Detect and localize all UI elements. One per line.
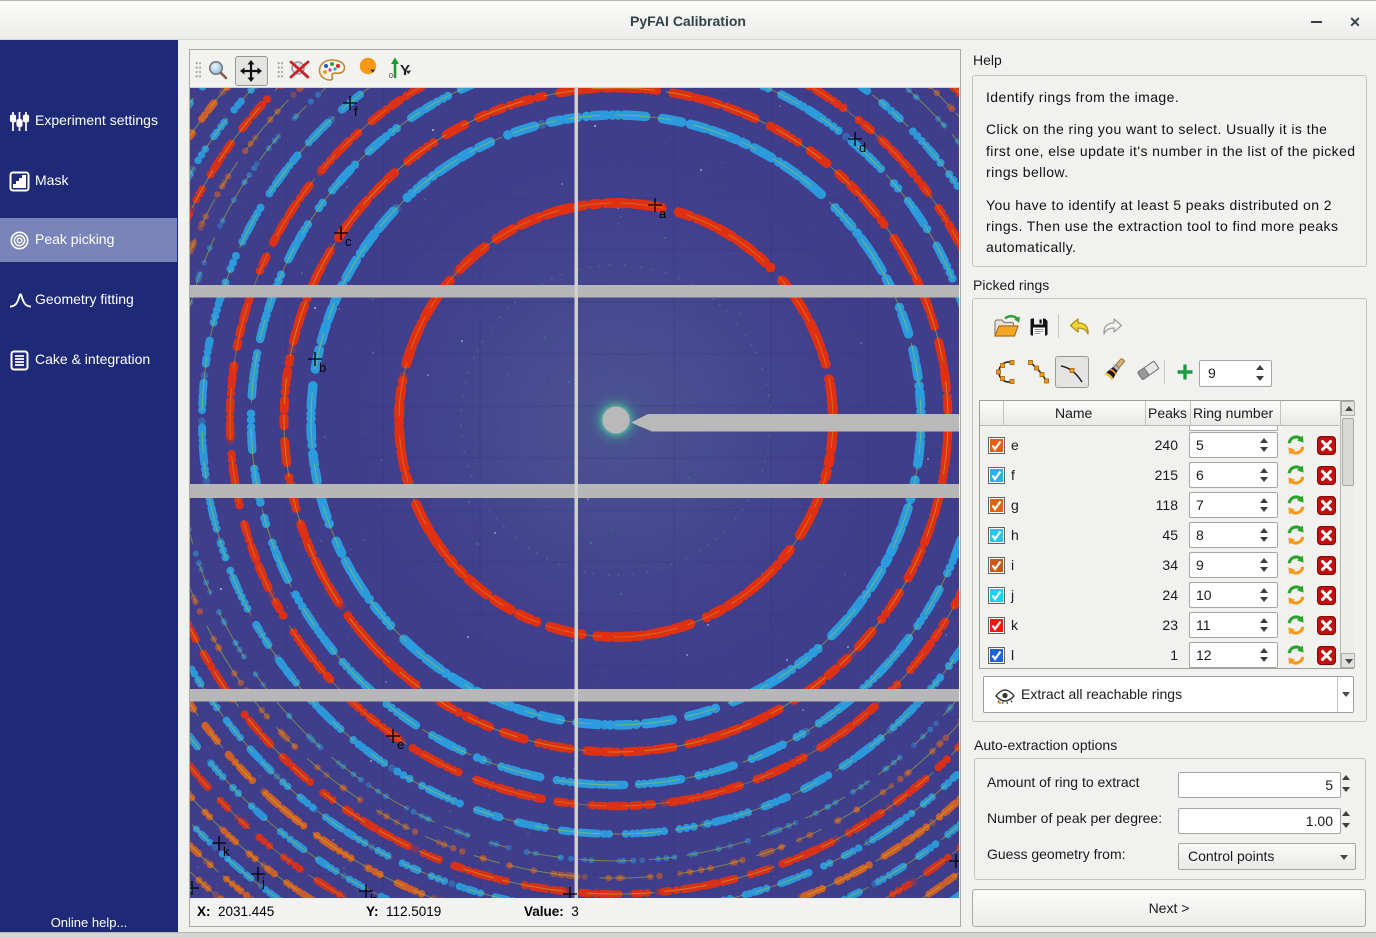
svg-text:d: d — [859, 140, 866, 155]
svg-text:c: c — [345, 234, 352, 249]
svg-text:0: 0 — [389, 73, 393, 80]
svg-text:f: f — [354, 104, 358, 119]
svg-text:Y: Y — [400, 62, 410, 79]
svg-text:a: a — [659, 206, 667, 221]
svg-text:b: b — [319, 360, 326, 375]
svg-text:e: e — [397, 737, 404, 752]
svg-text:k: k — [223, 844, 230, 859]
svg-text:j: j — [261, 875, 265, 890]
